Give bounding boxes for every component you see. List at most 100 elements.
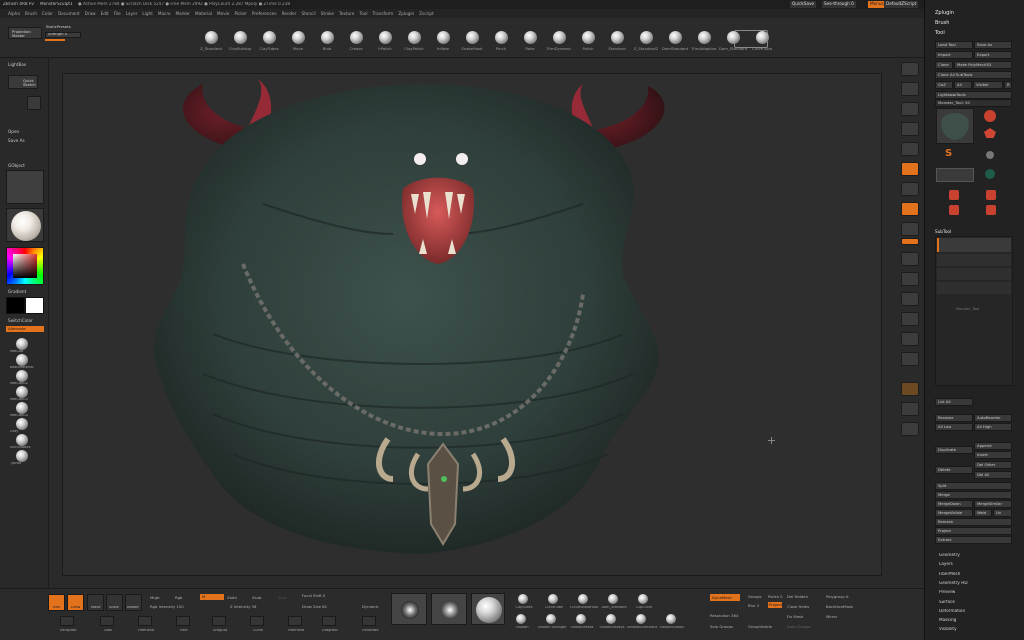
tray-section-geometry-hd[interactable]: Geometry HD [939, 581, 968, 585]
plane-tool-icon[interactable] [985, 169, 995, 179]
tray-section-layers[interactable]: Layers [939, 562, 953, 566]
brush-blob-icon[interactable] [321, 31, 334, 44]
clone-button[interactable]: Clone [935, 61, 953, 69]
stroke-tool-icon[interactable] [322, 616, 336, 626]
stroke-picker[interactable] [431, 593, 467, 625]
material-slot-icon[interactable] [16, 386, 28, 398]
weld-button[interactable]: Weld [974, 509, 992, 517]
brush-z-standard-icon[interactable] [205, 31, 218, 44]
menu-material[interactable]: Material [195, 9, 212, 18]
local-icon[interactable] [901, 202, 919, 216]
strength-slider[interactable]: Strength 0 [45, 32, 81, 38]
list-all-button[interactable]: List All [935, 398, 973, 406]
extract-button[interactable]: Extract [935, 536, 1012, 544]
mergedown-button[interactable]: MergeDown [935, 500, 973, 508]
persp-icon[interactable] [901, 162, 919, 176]
quicksave-button[interactable]: QuickSave [790, 1, 817, 8]
actual-icon[interactable] [901, 142, 919, 156]
subtool-item-horns[interactable] [937, 268, 1011, 280]
solo-groups-button[interactable]: Solo Groups [710, 624, 733, 629]
stroke-tool-icon[interactable] [212, 616, 226, 626]
insert-button[interactable]: Insert [974, 451, 1012, 459]
smooth-brush-icon[interactable] [636, 614, 646, 624]
uv-button[interactable]: Uv [993, 509, 1012, 517]
solo-icon[interactable] [901, 422, 919, 436]
brush-polish-icon[interactable] [582, 31, 595, 44]
dynamic-toggle[interactable]: Dynamic [362, 604, 379, 609]
smooth-brush-icon[interactable] [546, 614, 556, 624]
menu-marker[interactable]: Marker [176, 9, 190, 18]
shelf-brush-icon[interactable] [638, 594, 648, 604]
menu-file[interactable]: File [114, 9, 121, 18]
brush-hpolish-icon[interactable] [379, 31, 392, 44]
dynamesh-button[interactable]: DynaMesh [710, 594, 740, 601]
del-all-button[interactable]: Del All [974, 471, 1012, 479]
draw-button[interactable]: Draw [67, 594, 84, 611]
tray-section-masking[interactable]: Masking [939, 618, 956, 622]
rgb-intensity-slider[interactable]: Rgb Intensity 100 [150, 604, 184, 609]
pm3d-cyl-1-icon[interactable] [949, 205, 959, 215]
lightbox-label[interactable]: LightBox [8, 62, 26, 67]
smooth-brush-icon[interactable] [606, 614, 616, 624]
stroke-tool-icon[interactable] [138, 616, 152, 626]
brush-claytubes-icon[interactable] [263, 31, 276, 44]
menu-stencil[interactable]: Stencil [301, 9, 315, 18]
blur-slider[interactable]: Blur 2 [748, 603, 759, 608]
pm3d-cyl-icon[interactable] [986, 190, 996, 200]
move-button[interactable]: Move [87, 594, 104, 611]
menu-layer[interactable]: Layer [126, 9, 138, 18]
project-button[interactable]: Project [935, 527, 1012, 535]
material-slot-icon[interactable] [16, 338, 28, 350]
rename-button[interactable]: Rename [935, 414, 973, 422]
smooth-brush-icon[interactable] [576, 614, 586, 624]
fix-mesh-button[interactable]: Fix Mesh [787, 614, 803, 619]
polish-slider[interactable]: Polish 0 [768, 594, 783, 599]
color-picker[interactable] [6, 247, 44, 285]
menu-draw[interactable]: Draw [85, 9, 96, 18]
xyz-icon[interactable] [901, 238, 919, 245]
open-button[interactable]: Open [8, 129, 19, 134]
material-slot-icon[interactable] [16, 418, 28, 430]
menu-macro[interactable]: Macro [158, 9, 171, 18]
polygroup-it-button[interactable]: Polygroup It [826, 594, 849, 599]
zadd-toggle[interactable]: Zadd [227, 595, 237, 600]
delete-button[interactable]: Delete [935, 466, 973, 474]
floor-icon[interactable] [901, 182, 919, 196]
mirror-button[interactable]: Mirror [826, 614, 837, 619]
texture-preview[interactable] [6, 170, 44, 204]
menu-light[interactable]: Light [142, 9, 152, 18]
brush-header[interactable]: Brush [925, 19, 1024, 27]
tray-section-surface[interactable]: Surface [939, 600, 955, 604]
stroke-tool-icon[interactable] [60, 616, 74, 626]
menu-texture[interactable]: Texture [339, 9, 354, 18]
tray-section-deformation[interactable]: Deformation [939, 609, 965, 613]
shelf-brush-icon[interactable] [518, 594, 528, 604]
smooth-brush-icon[interactable] [516, 614, 526, 624]
z-intensity-slider[interactable]: Z Intensity 36 [230, 604, 256, 609]
menu-preferences[interactable]: Preferences [252, 9, 277, 18]
menu-picker[interactable]: Picker [234, 9, 246, 18]
alpha-picker[interactable] [391, 593, 427, 625]
material-slot-icon[interactable] [16, 434, 28, 446]
subtool-item-monster[interactable] [937, 238, 1011, 252]
brush-pinch-icon[interactable] [495, 31, 508, 44]
switch-color-button[interactable]: SwitchColor [8, 318, 33, 323]
tray-section-fibermesh[interactable]: FiberMesh [939, 572, 960, 576]
shelf-brush-icon[interactable] [548, 594, 558, 604]
stroke-tool-icon[interactable] [362, 616, 376, 626]
rgb-toggle[interactable]: Rgb [175, 595, 182, 600]
current-tool-slider[interactable]: Monster_Tool: 50 [935, 99, 1012, 107]
menu-zplugin[interactable]: Zplugin [398, 9, 414, 18]
close-holes-button[interactable]: Close Holes [787, 604, 809, 609]
brush-claybuildup-icon[interactable] [234, 31, 247, 44]
mergesimilar-button[interactable]: MergeSimilar [974, 500, 1012, 508]
zcut-toggle[interactable]: Zcut [278, 595, 287, 600]
material-swatch-small[interactable] [27, 96, 41, 110]
stroke-tool-icon[interactable] [250, 616, 264, 626]
quick-sketch-button[interactable]: Quick Sketch [8, 75, 38, 89]
merge-button[interactable]: Merge [935, 491, 1012, 499]
menu-transform[interactable]: Transform [372, 9, 393, 18]
brush-snakehook-icon[interactable] [466, 31, 479, 44]
tool-header[interactable]: Tool [925, 29, 1024, 37]
menu-edit[interactable]: Edit [101, 9, 109, 18]
